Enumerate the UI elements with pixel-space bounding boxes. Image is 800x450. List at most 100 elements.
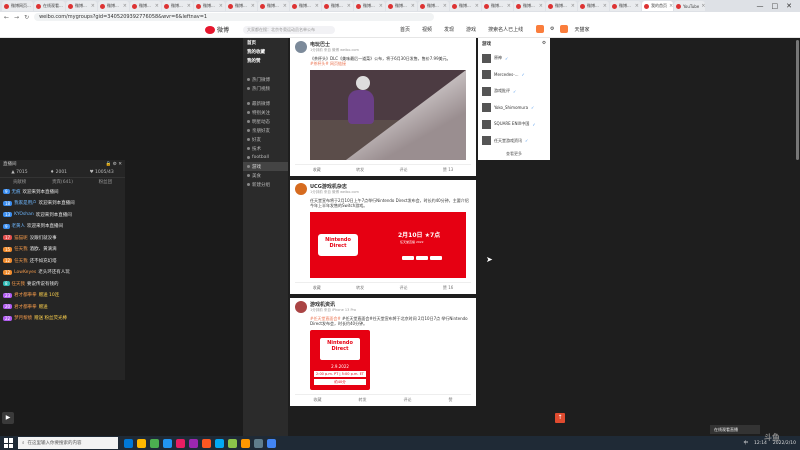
post-image[interactable]: Nintendo Direct 2月10日 ★7点 任天堂直播 2022 (310, 212, 466, 278)
sidebar-item[interactable]: 技术 (243, 144, 288, 153)
minimize-button[interactable]: — (757, 2, 764, 10)
tab-close-icon[interactable]: × (443, 3, 447, 9)
browser-tab[interactable]: 微博... × (546, 1, 577, 11)
chat-username[interactable]: 君才都拳拳 (14, 304, 37, 310)
browser-tab[interactable]: 微博... × (450, 1, 481, 11)
browser-tab[interactable]: 我的首页 × (642, 1, 673, 11)
browser-tab[interactable]: 微博... × (322, 1, 353, 11)
tab-close-icon[interactable]: × (123, 3, 127, 9)
maximize-button[interactable]: □ (772, 2, 779, 10)
language-indicator[interactable]: 中 (743, 440, 748, 446)
like-button[interactable]: 赞 16 (443, 285, 453, 291)
message-icon[interactable] (536, 25, 544, 33)
app-icon[interactable] (163, 438, 172, 448)
chat-username[interactable]: 梦月黎绩 (14, 315, 32, 321)
sidebar-item[interactable]: 热门微博 (243, 75, 288, 84)
sidebar-item[interactable]: 明星动态 (243, 117, 288, 126)
comment-button[interactable]: 评论 (400, 285, 408, 291)
settings-icon[interactable]: ⚙ (542, 41, 546, 47)
browser-tab[interactable]: 微博... × (482, 1, 513, 11)
tab-close-icon[interactable]: × (347, 3, 351, 9)
tab-close-icon[interactable]: × (507, 3, 511, 9)
tab-close-icon[interactable]: × (701, 3, 705, 9)
like-button[interactable]: 赞 (449, 397, 453, 403)
comment-button[interactable]: 评论 (400, 167, 408, 173)
nav-video[interactable]: 视频 (422, 26, 432, 33)
browser-tab[interactable]: 微博... × (354, 1, 385, 11)
tab-close-icon[interactable]: × (91, 3, 95, 9)
settings-icon[interactable]: ⚙ (550, 26, 554, 32)
like-button[interactable]: 赞 13 (443, 167, 453, 173)
tab-close-icon[interactable]: × (219, 3, 223, 9)
url-input[interactable]: weibo.com/mygroups?gid=3405209392776058&… (34, 13, 435, 21)
chat-username[interactable]: 猫猫呢 (14, 235, 28, 241)
tab-close-icon[interactable]: × (635, 3, 639, 9)
back-to-top-button[interactable]: ↑ (555, 413, 565, 423)
tab-close-icon[interactable]: × (155, 3, 159, 9)
favorite-button[interactable]: 收藏 (313, 167, 321, 173)
tab-close-icon[interactable]: × (571, 3, 575, 9)
chat-username[interactable]: LowKeyes (14, 270, 36, 275)
app-icon[interactable] (189, 438, 198, 448)
nav-game[interactable]: 游戏 (466, 26, 476, 33)
browser-tab[interactable]: YouTube × (674, 1, 705, 11)
browser-tab[interactable]: 微博... × (610, 1, 641, 11)
browser-tab[interactable]: 微博... × (258, 1, 289, 11)
nav-discover[interactable]: 发现 (444, 26, 454, 33)
post-author[interactable]: 游戏机资讯 (310, 301, 356, 308)
recommended-account[interactable]: 原神 ✓ (478, 50, 550, 67)
sidebar-item[interactable]: 最新微博 (243, 99, 288, 108)
post-author[interactable]: 电玩巴士 (310, 41, 359, 48)
repost-button[interactable]: 转发 (356, 285, 364, 291)
chat-cat-tab[interactable]: 贵宾(641) (52, 179, 73, 185)
avatar[interactable] (295, 41, 307, 53)
post-icon[interactable] (560, 25, 569, 33)
chat-username[interactable]: 任天我 (14, 246, 28, 252)
post-link[interactable]: #茶杯头# 网页链接 (310, 61, 471, 66)
tab-close-icon[interactable]: × (411, 3, 415, 9)
post-author[interactable]: UCG游戏机杂志 (310, 183, 359, 190)
nav-user[interactable]: 搜索名人已上线 (488, 26, 523, 33)
app-icon[interactable] (176, 438, 185, 448)
recommended-account[interactable]: 任天堂游戏资讯 ✓ (478, 133, 550, 150)
chat-username[interactable]: 任天我 (14, 258, 28, 264)
tab-close-icon[interactable]: × (315, 3, 319, 9)
recommended-account[interactable]: Yoko_Shimomura ✓ (478, 100, 550, 117)
browser-tab[interactable]: 微博... × (66, 1, 97, 11)
tab-close-icon[interactable]: × (603, 3, 607, 9)
sidebar-item[interactable]: 好友 (243, 135, 288, 144)
browser-tab[interactable]: 在线观看...× (34, 1, 65, 11)
app-icon[interactable] (215, 438, 224, 448)
sidebar-item[interactable]: 美食 (243, 171, 288, 180)
app-icon[interactable] (202, 438, 211, 448)
chat-username[interactable]: 我家是用户 (14, 200, 37, 206)
chat-username[interactable]: 君才都拳拳 (14, 292, 37, 298)
browser-tab[interactable]: 微博... × (162, 1, 193, 11)
play-button[interactable]: ▶ (2, 412, 14, 424)
browser-tab[interactable]: 微博网页...× (2, 1, 33, 11)
edge-icon[interactable] (124, 438, 133, 448)
app-icon[interactable] (150, 438, 159, 448)
user-name[interactable]: 天猫家 (574, 26, 589, 33)
chat-cat-tab[interactable]: 粉丝团 (99, 179, 113, 185)
comment-button[interactable]: 评论 (404, 397, 412, 403)
chat-cat-tab[interactable]: 贡献榜 (13, 179, 27, 185)
favorite-button[interactable]: 收藏 (313, 285, 321, 291)
weibo-logo[interactable]: 微博 (205, 25, 229, 34)
sidebar-item[interactable]: 热门视频 (243, 84, 288, 93)
app-icon[interactable] (241, 438, 250, 448)
tab-close-icon[interactable]: × (283, 3, 287, 9)
favorite-button[interactable]: 收藏 (314, 397, 322, 403)
post-image[interactable]: Nintendo Direct 2.9.2022 2:00 p.m. PT | … (310, 330, 370, 390)
browser-tab[interactable]: 微博... × (98, 1, 129, 11)
reload-icon[interactable]: ↻ (24, 14, 29, 21)
browser-tab[interactable]: 微博... × (194, 1, 225, 11)
tab-close-icon[interactable]: × (187, 3, 191, 9)
weibo-search-input[interactable]: 大家都在搜：北京冬奥运动员名单公布 (243, 26, 335, 34)
back-icon[interactable]: ← (4, 14, 9, 21)
sidebar-item[interactable]: 亲朋好友 (243, 126, 288, 135)
browser-tab[interactable]: 微博... × (418, 1, 449, 11)
sidebar-item[interactable]: 游戏 (243, 162, 288, 171)
tab-close-icon[interactable]: × (539, 3, 543, 9)
taskbar-search[interactable]: ⌕ 在这里输入你要搜索的内容 (18, 437, 118, 449)
